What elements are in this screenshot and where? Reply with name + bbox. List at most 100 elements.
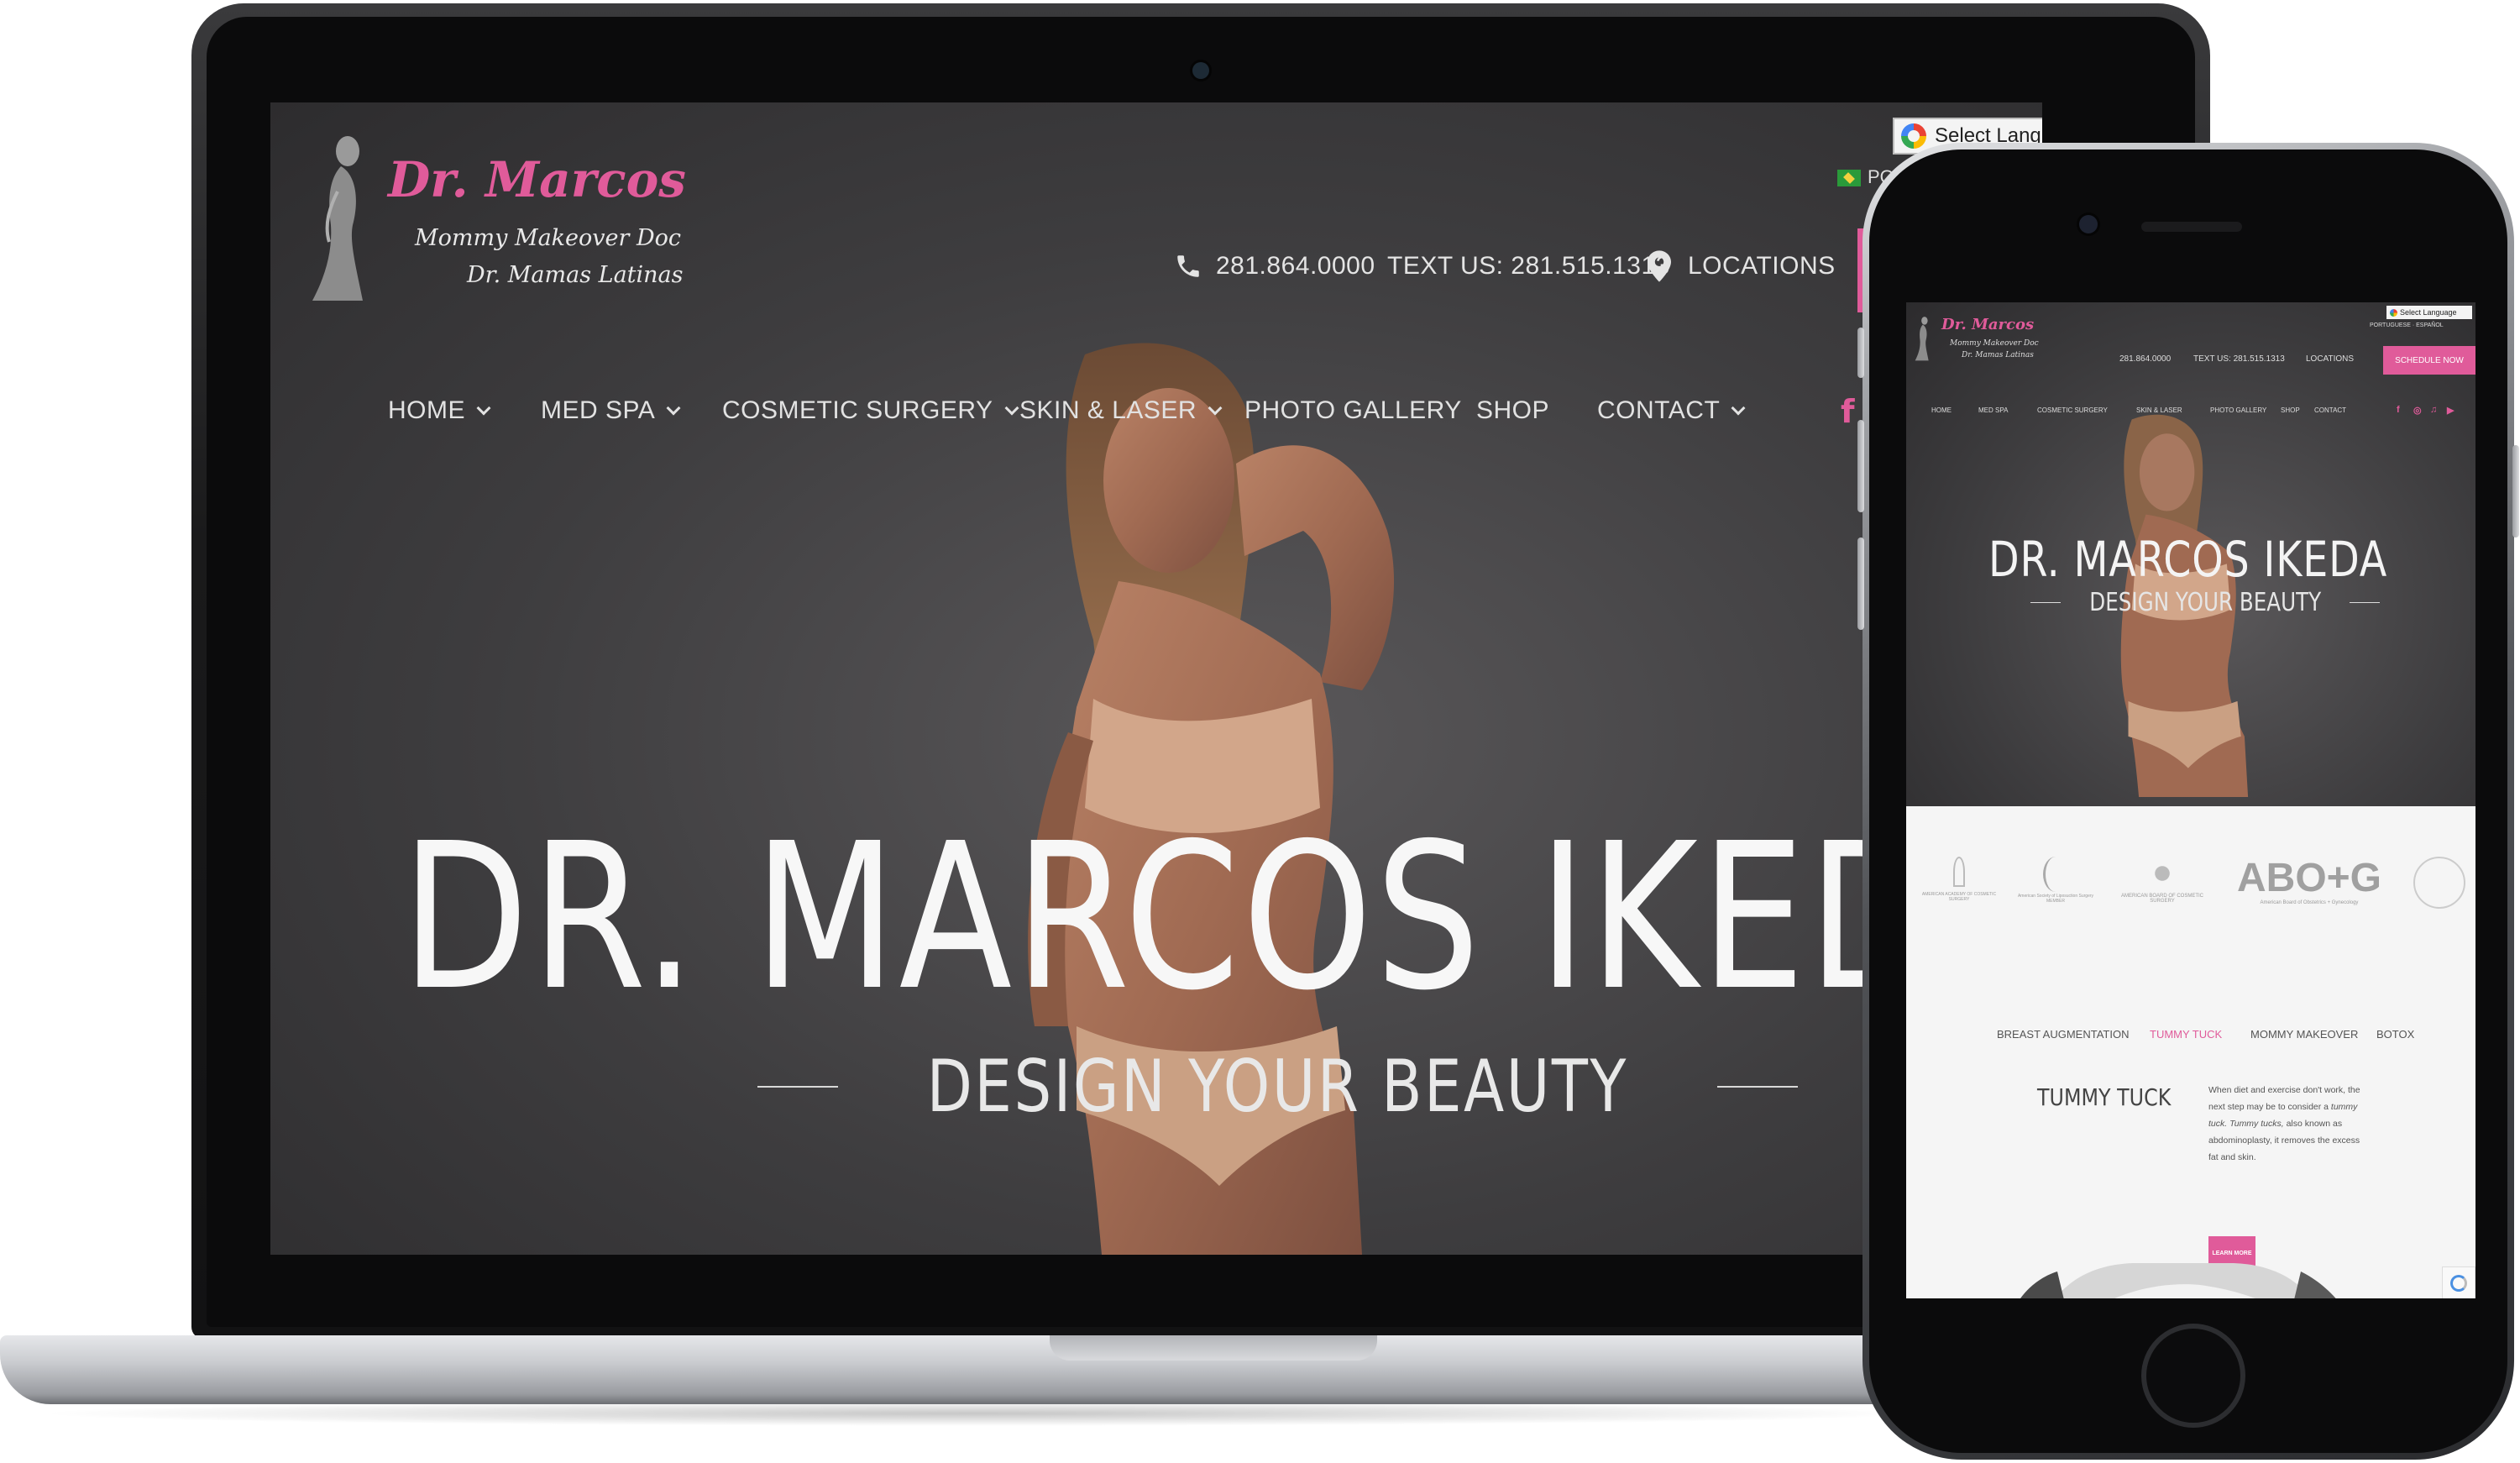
phone-front-camera xyxy=(2079,215,2098,233)
badge-partial xyxy=(2408,857,2475,909)
mobile-text-us-link[interactable]: TEXT US: 281.515.1313 xyxy=(2193,354,2285,364)
tummy-tuck-image xyxy=(2020,1263,2336,1298)
divider-line xyxy=(2030,602,2061,603)
nav-label: SHOP xyxy=(1476,396,1550,424)
mobile-nav-shop[interactable]: SHOP xyxy=(2281,406,2300,414)
nav-label: COSMETIC SURGERY xyxy=(722,396,993,424)
logo-title: Dr. Marcos xyxy=(388,151,686,208)
nav-label: CONTACT xyxy=(1597,396,1721,424)
nav-skin-laser[interactable]: SKIN & LASER xyxy=(1019,396,1223,425)
facebook-icon[interactable]: f xyxy=(1841,393,1855,430)
phone-speaker xyxy=(2141,222,2242,232)
badge-logo-icon xyxy=(2145,857,2179,890)
nav-label: MED SPA xyxy=(541,396,656,424)
schedule-now-button[interactable]: SCHEDULE NOW xyxy=(2383,346,2475,375)
mobile-screen: Select Language PORTUGUESE · ESPAÑOL Dr.… xyxy=(1906,302,2475,1298)
hero-subtitle-wrap: DESIGN YOUR BEAUTY xyxy=(757,1045,1798,1129)
mobile-hero-title: DR. MARCOS IKEDA xyxy=(1988,531,2388,588)
mobile-hero-subtitle-wrap: DESIGN YOUR BEAUTY xyxy=(2030,588,2381,617)
divider-line xyxy=(1716,1086,1798,1088)
nav-label: PHOTO GALLERY xyxy=(1244,396,1462,424)
mobile-hero: Select Language PORTUGUESE · ESPAÑOL Dr.… xyxy=(1906,302,2475,806)
badge-label: AMERICAN ACADEMY OF COSMETIC SURGERY xyxy=(1921,892,1997,902)
badge-logo-icon xyxy=(1953,857,1965,887)
chevron-down-icon xyxy=(1004,401,1019,416)
recaptcha-badge[interactable] xyxy=(2442,1266,2475,1298)
instagram-icon[interactable]: ◎ xyxy=(2413,405,2422,416)
laptop-base xyxy=(0,1335,1957,1404)
nav-photo-gallery[interactable]: PHOTO GALLERY xyxy=(1244,396,1462,425)
phone-volume-up xyxy=(1857,420,1864,512)
laptop-notch xyxy=(1050,1335,1377,1361)
badge-aacs: AMERICAN ACADEMY OF COSMETIC SURGERY xyxy=(1921,857,1997,902)
badge-label: American Society of Liposuction Surgery … xyxy=(2017,894,2094,904)
nav-home[interactable]: HOME xyxy=(388,396,491,425)
mobile-locations-link[interactable]: LOCATIONS xyxy=(2306,354,2354,364)
badge-asls: American Society of Liposuction Surgery … xyxy=(2014,857,2098,904)
section-title: TUMMY TUCK xyxy=(2037,1083,2172,1111)
mobile-language-options[interactable]: PORTUGUESE · ESPAÑOL xyxy=(2370,322,2444,328)
mobile-logo-title[interactable]: Dr. Marcos xyxy=(1941,316,2034,333)
mobile-nav-photo-gallery[interactable]: PHOTO GALLERY xyxy=(2210,406,2266,414)
laptop-shadow xyxy=(34,1401,1923,1426)
logo-tagline-1: Mommy Makeover Doc xyxy=(415,225,682,251)
brazil-flag-icon[interactable] xyxy=(1837,170,1861,186)
mobile-nav-skin-laser[interactable]: SKIN & LASER xyxy=(2136,406,2182,414)
google-icon xyxy=(2390,308,2397,317)
hero-subtitle: DESIGN YOUR BEAUTY xyxy=(926,1045,1628,1129)
phone-icon xyxy=(1177,255,1199,277)
recaptcha-icon xyxy=(2450,1275,2467,1292)
text-us-link[interactable]: TEXT US: 281.515.1313 xyxy=(1387,252,1670,281)
site-logo[interactable]: Dr. Marcos Mommy Makeover Doc Dr. Mamas … xyxy=(287,133,686,309)
phone-link[interactable]: 281.864.0000 xyxy=(1216,252,1375,281)
woman-silhouette-icon xyxy=(312,136,363,301)
badge-logo-icon xyxy=(2413,857,2465,909)
tab-mommy-makeover[interactable]: MOMMY MAKEOVER xyxy=(2250,1028,2358,1041)
google-icon xyxy=(1901,123,1926,149)
tab-botox[interactable]: BOTOX xyxy=(2376,1028,2414,1041)
badge-label: ABO+G xyxy=(2236,856,2382,900)
mobile-phone-link[interactable]: 281.864.0000 xyxy=(2119,354,2171,364)
tiktok-icon[interactable]: ♫ xyxy=(2430,405,2437,415)
chevron-down-icon xyxy=(476,401,491,416)
mobile-hero-subtitle: DESIGN YOUR BEAUTY xyxy=(2089,588,2322,617)
nav-cosmetic-surgery[interactable]: COSMETIC SURGERY xyxy=(722,396,1019,425)
chevron-down-icon xyxy=(1731,401,1746,416)
nav-med-spa[interactable]: MED SPA xyxy=(541,396,681,425)
desktop-screen: Dr. Marcos Mommy Makeover Doc Dr. Mamas … xyxy=(270,102,2042,1255)
tab-tummy-tuck[interactable]: TUMMY TUCK xyxy=(2150,1028,2222,1041)
nav-shop[interactable]: SHOP xyxy=(1476,396,1549,425)
mobile-logo-tagline-1: Mommy Makeover Doc xyxy=(1950,339,2039,348)
mobile-nav-home[interactable]: HOME xyxy=(1931,406,1952,414)
nav-contact[interactable]: CONTACT xyxy=(1597,396,1746,425)
location-pin-icon xyxy=(1648,250,1671,282)
phone-power-button xyxy=(2512,445,2519,537)
badge-abog: ABO+G American Board of Obstetrics + Gyn… xyxy=(2234,856,2385,906)
mobile-nav-cosmetic-surgery[interactable]: COSMETIC SURGERY xyxy=(2037,406,2108,414)
nav-label: HOME xyxy=(388,396,465,424)
chevron-down-icon xyxy=(1208,401,1223,416)
chevron-down-icon xyxy=(666,401,681,416)
phone-mute-switch xyxy=(1857,328,1864,378)
woman-silhouette-icon xyxy=(1915,317,1929,361)
mobile-language-select[interactable]: Select Language xyxy=(2386,306,2472,319)
divider-line xyxy=(757,1086,838,1088)
youtube-icon[interactable]: ▶ xyxy=(2447,405,2454,416)
nav-label: SKIN & LASER xyxy=(1019,396,1197,424)
mobile-nav-contact[interactable]: CONTACT xyxy=(2314,406,2346,414)
laptop-camera xyxy=(1192,62,1209,79)
badge-abcs: AMERICAN BOARD OF COSMETIC SURGERY xyxy=(2116,857,2208,904)
divider-line xyxy=(2350,602,2381,603)
logo-tagline-2: Dr. Mamas Latinas xyxy=(467,262,684,288)
locations-link[interactable]: LOCATIONS xyxy=(1688,252,1836,281)
badge-label: AMERICAN BOARD OF COSMETIC SURGERY xyxy=(2120,894,2203,904)
facebook-icon[interactable]: f xyxy=(2397,405,2400,415)
mobile-nav-med-spa[interactable]: MED SPA xyxy=(1978,406,2008,414)
badge-logo-icon xyxy=(2043,857,2068,892)
section-description: When diet and exercise don't work, the n… xyxy=(2208,1082,2368,1166)
hero-title: DR. MARCOS IKED xyxy=(401,800,1938,1035)
phone-home-button xyxy=(2141,1324,2245,1428)
mobile-logo-tagline-2: Dr. Mamas Latinas xyxy=(1962,351,2034,359)
tab-breast-augmentation[interactable]: BREAST AUGMENTATION xyxy=(1997,1028,2129,1041)
badge-sub-label: American Board of Obstetrics + Gynecolog… xyxy=(2260,900,2359,905)
